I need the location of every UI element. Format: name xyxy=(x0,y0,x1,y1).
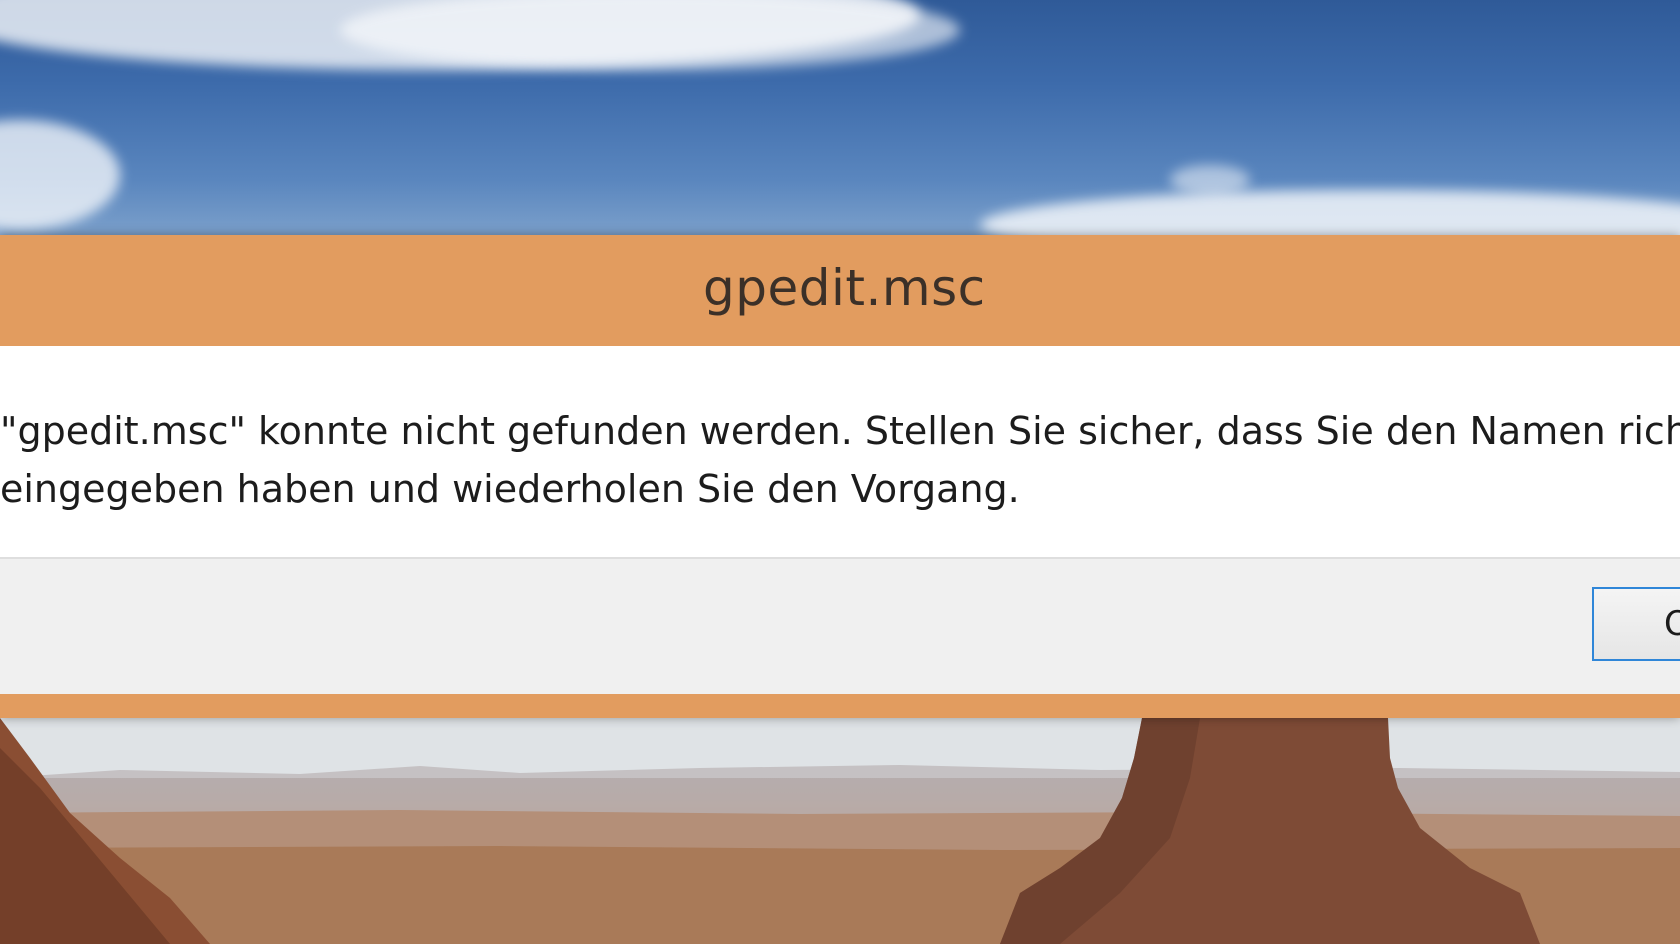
dialog-message: "gpedit.msc" konnte nicht gefunden werde… xyxy=(0,402,1680,518)
dialog-title: gpedit.msc xyxy=(703,259,986,317)
wallpaper-desert xyxy=(0,718,1680,944)
cloud xyxy=(1170,165,1250,195)
message-line-1: "gpedit.msc" konnte nicht gefunden werde… xyxy=(0,409,1680,453)
message-line-2: eingegeben haben und wiederholen Sie den… xyxy=(0,467,1020,511)
cloud xyxy=(980,190,1680,240)
cloud xyxy=(0,120,120,230)
desert-landscape xyxy=(0,718,1680,944)
dialog-content: "gpedit.msc" konnte nicht gefunden werde… xyxy=(0,346,1680,557)
error-dialog: gpedit.msc "gpedit.msc" konnte nicht gef… xyxy=(0,235,1680,718)
dialog-title-bar[interactable]: gpedit.msc xyxy=(0,235,1680,346)
wallpaper-sky xyxy=(0,0,1680,240)
ok-button[interactable]: OK xyxy=(1592,587,1680,661)
desktop-wallpaper: gpedit.msc "gpedit.msc" konnte nicht gef… xyxy=(0,0,1680,944)
dialog-footer: OK xyxy=(0,557,1680,694)
